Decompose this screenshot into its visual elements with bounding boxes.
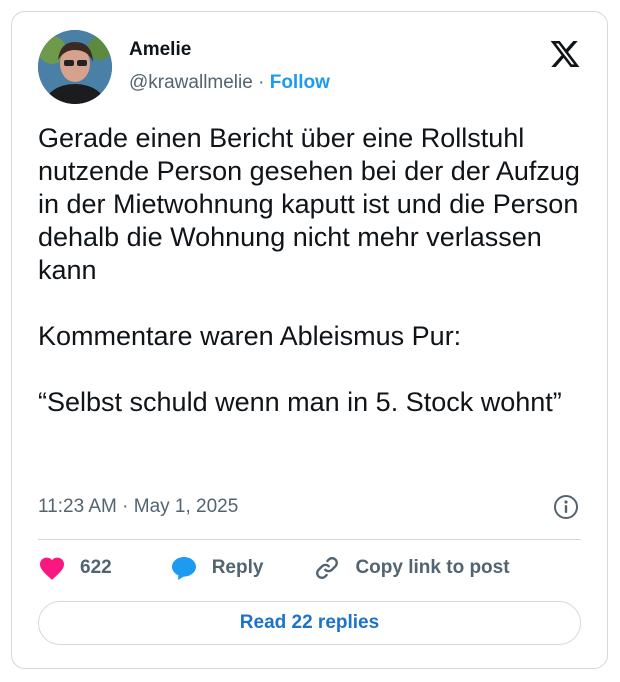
heart-icon (38, 555, 66, 581)
x-logo-icon[interactable] (549, 38, 581, 70)
read-replies-button[interactable]: Read 22 replies (38, 601, 581, 645)
reply-bubble-icon (170, 555, 198, 581)
follow-button[interactable]: Follow (270, 72, 330, 93)
handle-separator: · (258, 72, 265, 93)
avatar[interactable] (38, 30, 112, 104)
reply-button[interactable]: Reply (156, 555, 264, 581)
post-text: Gerade einen Bericht über eine Rollstuhl… (38, 123, 580, 417)
author-handle-row: @krawallmelie · Follow (129, 72, 330, 94)
link-icon (313, 554, 341, 582)
author-handle[interactable]: @krawallmelie (129, 72, 253, 93)
like-count: 622 (80, 557, 112, 578)
post-timestamp[interactable]: 11:23 AM · May 1, 2025 (38, 496, 238, 518)
reply-label: Reply (211, 557, 264, 578)
like-button[interactable]: 622 (38, 555, 112, 581)
copy-link-button[interactable]: Copy link to post (299, 554, 510, 582)
info-icon[interactable] (553, 494, 579, 520)
author-name[interactable]: Amelie (129, 39, 191, 61)
tweet-card: Amelie @krawallmelie · Follow Gerade ein… (11, 11, 608, 669)
copy-link-label: Copy link to post (355, 557, 510, 578)
action-bar: 622 Reply Copy link to post (38, 552, 510, 584)
divider (38, 539, 581, 540)
